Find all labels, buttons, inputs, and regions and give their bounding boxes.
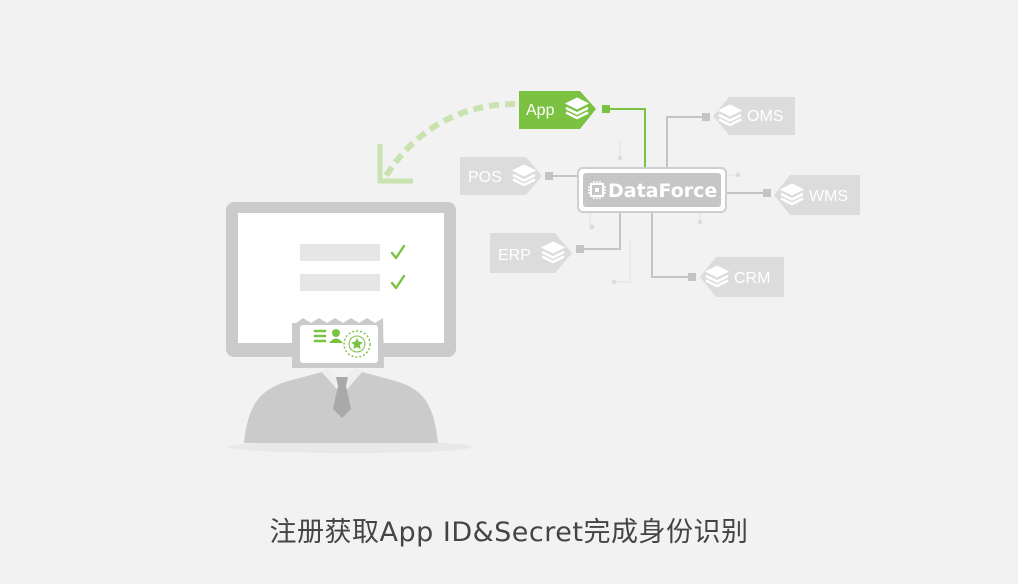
user-figure (228, 368, 472, 453)
tag-app[interactable]: App (519, 91, 596, 129)
chip-icon (588, 181, 606, 199)
tag-pos[interactable]: POS (460, 157, 542, 195)
tag-wms[interactable]: WMS (774, 175, 860, 215)
caption: 注册获取App ID&Secret完成身份识别 (269, 517, 749, 548)
form-field-1 (300, 244, 380, 261)
tag-crm-label: CRM (734, 270, 770, 287)
tag-erp[interactable]: ERP (490, 233, 572, 273)
dataforce-diagram: DataForce App OMS POS WMS ERP CRM (226, 91, 860, 453)
seal-icon (343, 330, 371, 358)
tag-wms-label: WMS (809, 188, 848, 205)
hub-label: DataForce (608, 180, 717, 202)
tag-erp-label: ERP (498, 247, 531, 264)
dataforce-hub: DataForce (577, 167, 727, 213)
connector-erp (580, 212, 621, 250)
tag-app-label: App (526, 102, 555, 119)
tag-oms-label: OMS (747, 108, 783, 125)
connector-crm (651, 212, 692, 278)
tag-crm[interactable]: CRM (700, 257, 784, 297)
connector-app (603, 108, 646, 168)
tag-pos-label: POS (468, 169, 502, 186)
tag-oms[interactable]: OMS (713, 97, 795, 135)
id-card (292, 318, 384, 368)
connector-oms (666, 116, 706, 168)
form-field-2 (300, 274, 380, 291)
